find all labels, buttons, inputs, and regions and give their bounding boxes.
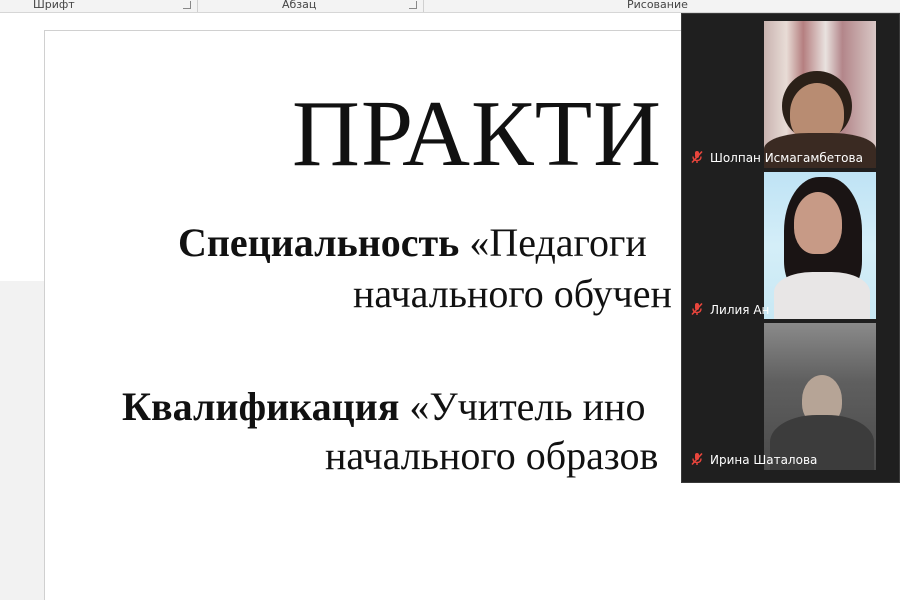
video-gallery-panel[interactable]: Шолпан Исмагамбетова Лилия Ан Ирина Шата… — [681, 13, 900, 483]
ribbon-group-drawing: Рисование — [424, 0, 700, 12]
specialty-value: «Педагоги — [459, 220, 647, 265]
screen: Шрифт Абзац Рисование ПРАКТИ Специальнос… — [0, 0, 900, 600]
ribbon-group-labels: Шрифт Абзац Рисование — [0, 0, 900, 13]
muted-microphone-icon — [691, 150, 703, 164]
page-title: ПРАКТИ — [292, 82, 663, 186]
muted-microphone-icon — [691, 302, 703, 316]
paragraph-dialog-launcher-icon[interactable] — [409, 1, 417, 9]
participant-name-tag: Лилия Ан — [690, 301, 769, 319]
participant-name: Лилия Ан — [710, 303, 770, 317]
participant-video — [774, 272, 870, 319]
document-margin — [0, 281, 44, 600]
ribbon-group-font: Шрифт — [0, 0, 196, 12]
ribbon-group-paragraph-label: Абзац — [282, 0, 317, 11]
participant-name-tag: Ирина Шаталова — [690, 451, 817, 469]
participant-name: Ирина Шаталова — [710, 453, 818, 467]
qualification-value: «Учитель ино — [399, 384, 646, 429]
participant-video-tile[interactable] — [764, 21, 876, 168]
participant-video-tile[interactable] — [764, 323, 876, 470]
participant-video — [794, 192, 842, 254]
muted-microphone-icon — [691, 452, 703, 466]
participant-name-tag: Шолпан Исмагамбетова — [690, 149, 863, 167]
qualification-line: Квалификация «Учитель ино — [122, 384, 645, 430]
ribbon-group-paragraph: Абзац — [198, 0, 422, 12]
qualification-label: Квалификация — [122, 384, 400, 429]
qualification-line-continued: начального образов — [325, 433, 659, 478]
font-dialog-launcher-icon[interactable] — [183, 1, 191, 9]
specialty-line-continued: начального обучен — [353, 271, 672, 316]
ribbon-group-drawing-label: Рисование — [627, 0, 688, 11]
participant-video-tile[interactable] — [764, 172, 876, 319]
ribbon-group-font-label: Шрифт — [33, 0, 75, 11]
specialty-label: Специальность — [178, 220, 460, 265]
participant-name: Шолпан Исмагамбетова — [710, 151, 863, 165]
specialty-line: Специальность «Педагоги — [178, 220, 647, 266]
